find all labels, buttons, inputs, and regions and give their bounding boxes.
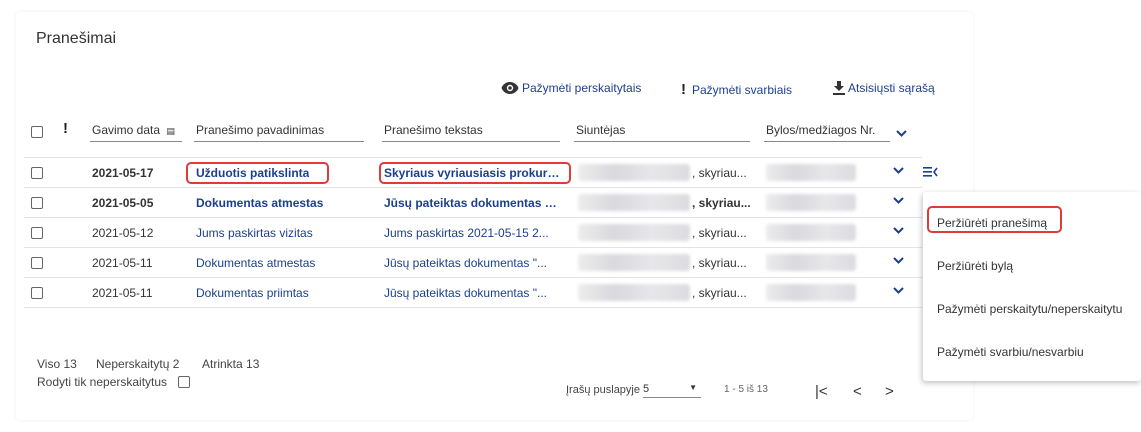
total-count: Viso 13 bbox=[37, 357, 77, 371]
first-page-icon[interactable]: |< bbox=[815, 383, 828, 400]
menu-view-message[interactable]: Peržiūrėti pranešimą bbox=[937, 216, 1047, 230]
download-list-button[interactable]: Atsisiųsti sąrašą bbox=[833, 81, 935, 95]
mark-read-button[interactable]: Pažymėti perskaitytais bbox=[501, 81, 641, 95]
prev-page-icon[interactable]: < bbox=[853, 383, 862, 400]
row-title[interactable]: Jums paskirtas vizitas bbox=[196, 226, 313, 240]
row-sender: , skyriau... bbox=[692, 226, 747, 240]
row-title[interactable]: Dokumentas priimtas bbox=[196, 286, 309, 300]
menu-toggle-read[interactable]: Pažymėti perskaitytu/neperskaitytu bbox=[937, 302, 1122, 316]
per-page-value: 5 bbox=[643, 383, 650, 395]
row-text[interactable]: Jūsų pateiktas dokumentas "... bbox=[384, 286, 560, 300]
table-row[interactable]: 2021-05-11 Dokumentas atmestas Jūsų pate… bbox=[24, 247, 922, 277]
table-row[interactable]: 2021-05-11 Dokumentas priimtas Jūsų pate… bbox=[24, 277, 922, 308]
header-date[interactable]: Gavimo data ▤ bbox=[92, 123, 175, 137]
date-filter-line bbox=[90, 141, 182, 142]
row-menu-icon[interactable] bbox=[923, 166, 938, 178]
row-checkbox[interactable] bbox=[31, 167, 43, 179]
row-date: 2021-05-17 bbox=[92, 166, 154, 180]
redacted-case-number bbox=[766, 194, 856, 211]
caret-down-icon: ▼ bbox=[689, 383, 697, 392]
row-sender: , skyriau... bbox=[692, 256, 747, 270]
table-header: ! Gavimo data ▤ Pranešimo pavadinimas Pr… bbox=[0, 120, 1141, 144]
redacted-case-number bbox=[766, 164, 856, 181]
redacted-case-number bbox=[766, 284, 856, 301]
calendar-icon: ▤ bbox=[166, 126, 175, 136]
chevron-down-icon[interactable] bbox=[893, 197, 904, 204]
chevron-down-icon[interactable] bbox=[896, 130, 907, 137]
row-sender: , skyriau... bbox=[692, 286, 747, 300]
sender-filter-line bbox=[574, 141, 750, 142]
chevron-down-icon[interactable] bbox=[893, 167, 904, 174]
redacted-sender bbox=[578, 284, 690, 301]
row-text[interactable]: Skyriaus vyriausiasis prokuror... bbox=[384, 166, 560, 180]
toolbar: Pažymėti perskaitytais ! Pažymėti svarbi… bbox=[0, 81, 1141, 98]
row-checkbox[interactable] bbox=[31, 257, 43, 269]
download-label: Atsisiųsti sąrašą bbox=[848, 81, 935, 95]
page-range: 1 - 5 iš 13 bbox=[724, 384, 768, 395]
redacted-sender bbox=[578, 164, 690, 181]
row-title[interactable]: Užduotis patikslinta bbox=[196, 166, 309, 180]
eye-icon bbox=[501, 82, 519, 94]
exclamation-icon: ! bbox=[681, 81, 686, 98]
header-sender[interactable]: Siuntėjas bbox=[576, 123, 625, 137]
mark-important-button[interactable]: ! Pažymėti svarbiais bbox=[681, 81, 792, 98]
text-filter-line bbox=[382, 141, 560, 142]
row-text[interactable]: Jūsų pateiktas dokumentas "... bbox=[384, 256, 560, 270]
importance-column-icon: ! bbox=[63, 120, 68, 137]
page-title: Pranešimai bbox=[36, 30, 117, 47]
row-sender: , skyriau... bbox=[692, 196, 751, 210]
selected-count: Atrinkta 13 bbox=[202, 357, 260, 371]
table-row[interactable]: 2021-05-17 Užduotis patikslinta Skyriaus… bbox=[24, 157, 938, 187]
row-text[interactable]: Jums paskirtas 2021-05-15 2... bbox=[384, 226, 560, 240]
header-title[interactable]: Pranešimo pavadinimas bbox=[196, 123, 324, 137]
row-title[interactable]: Dokumentas atmestas bbox=[196, 196, 323, 210]
row-checkbox[interactable] bbox=[31, 197, 43, 209]
redacted-sender bbox=[578, 254, 690, 271]
row-date: 2021-05-11 bbox=[92, 286, 153, 300]
table-row[interactable]: 2021-05-12 Jums paskirtas vizitas Jums p… bbox=[24, 217, 922, 247]
header-case[interactable]: Bylos/medžiagos Nr. bbox=[766, 123, 875, 137]
per-page-label: Įrašų puslapyje bbox=[566, 384, 640, 396]
only-unread-label: Rodyti tik neperskaitytus bbox=[37, 375, 168, 389]
row-date: 2021-05-11 bbox=[92, 256, 153, 270]
chevron-down-icon[interactable] bbox=[893, 227, 904, 234]
per-page-select[interactable]: 5 ▼ bbox=[643, 380, 701, 398]
unread-count: Neperskaitytų 2 bbox=[96, 357, 180, 371]
row-sender: , skyriau... bbox=[692, 166, 747, 180]
row-date: 2021-05-05 bbox=[92, 196, 154, 210]
redacted-case-number bbox=[766, 254, 856, 271]
menu-toggle-important[interactable]: Pažymėti svarbiu/nesvarbiu bbox=[937, 345, 1084, 359]
row-checkbox[interactable] bbox=[31, 227, 43, 239]
next-page-icon[interactable]: > bbox=[885, 383, 894, 400]
chevron-down-icon[interactable] bbox=[893, 287, 904, 294]
row-context-menu: Peržiūrėti pranešimą Peržiūrėti bylą Paž… bbox=[923, 192, 1141, 381]
mark-read-label: Pažymėti perskaitytais bbox=[522, 81, 642, 95]
title-filter-line bbox=[194, 141, 364, 142]
mark-important-label: Pažymėti svarbiais bbox=[692, 82, 793, 97]
table-row[interactable]: 2021-05-05 Dokumentas atmestas Jūsų pate… bbox=[24, 187, 922, 217]
header-text[interactable]: Pranešimo tekstas bbox=[384, 123, 483, 137]
download-icon bbox=[833, 81, 845, 95]
row-text[interactable]: Jūsų pateiktas dokumentas "... bbox=[384, 196, 560, 210]
menu-view-case[interactable]: Peržiūrėti bylą bbox=[937, 259, 1013, 273]
redacted-sender bbox=[578, 194, 690, 211]
select-all-checkbox[interactable] bbox=[31, 126, 43, 138]
redacted-sender bbox=[578, 224, 690, 241]
chevron-down-icon[interactable] bbox=[893, 257, 904, 264]
only-unread-checkbox[interactable] bbox=[178, 376, 190, 388]
row-date: 2021-05-12 bbox=[92, 226, 154, 240]
row-title[interactable]: Dokumentas atmestas bbox=[196, 256, 315, 270]
row-checkbox[interactable] bbox=[31, 287, 43, 299]
case-filter-line bbox=[764, 141, 890, 142]
redacted-case-number bbox=[766, 224, 856, 241]
